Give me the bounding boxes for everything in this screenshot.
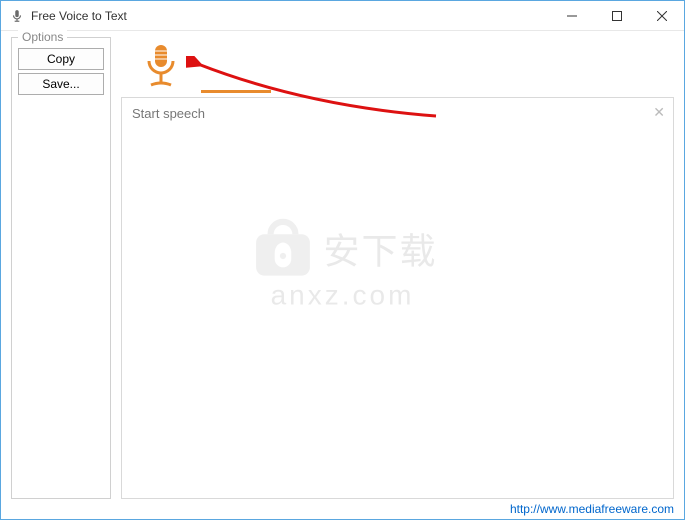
client-area: Options Copy Save... Start speech ✕: [1, 31, 684, 499]
maximize-button[interactable]: [594, 1, 639, 30]
footer: http://www.mediafreeware.com: [1, 499, 684, 519]
window-title: Free Voice to Text: [31, 9, 549, 23]
main-panel: Start speech ✕: [121, 37, 674, 499]
options-legend: Options: [18, 30, 67, 44]
close-button[interactable]: [639, 1, 684, 30]
save-button[interactable]: Save...: [18, 73, 104, 95]
clear-text-icon[interactable]: ✕: [653, 104, 665, 121]
mic-row: [121, 37, 674, 97]
homepage-link[interactable]: http://www.mediafreeware.com: [510, 502, 674, 516]
speech-placeholder: Start speech: [132, 106, 205, 121]
minimize-button[interactable]: [549, 1, 594, 30]
titlebar: Free Voice to Text: [1, 1, 684, 31]
speech-textarea[interactable]: Start speech ✕: [121, 97, 674, 499]
options-panel: Options Copy Save...: [11, 37, 111, 499]
app-icon: [9, 8, 25, 24]
progress-underline: [201, 90, 271, 93]
copy-button[interactable]: Copy: [18, 48, 104, 70]
microphone-icon[interactable]: [141, 43, 181, 92]
window-controls: [549, 1, 684, 30]
